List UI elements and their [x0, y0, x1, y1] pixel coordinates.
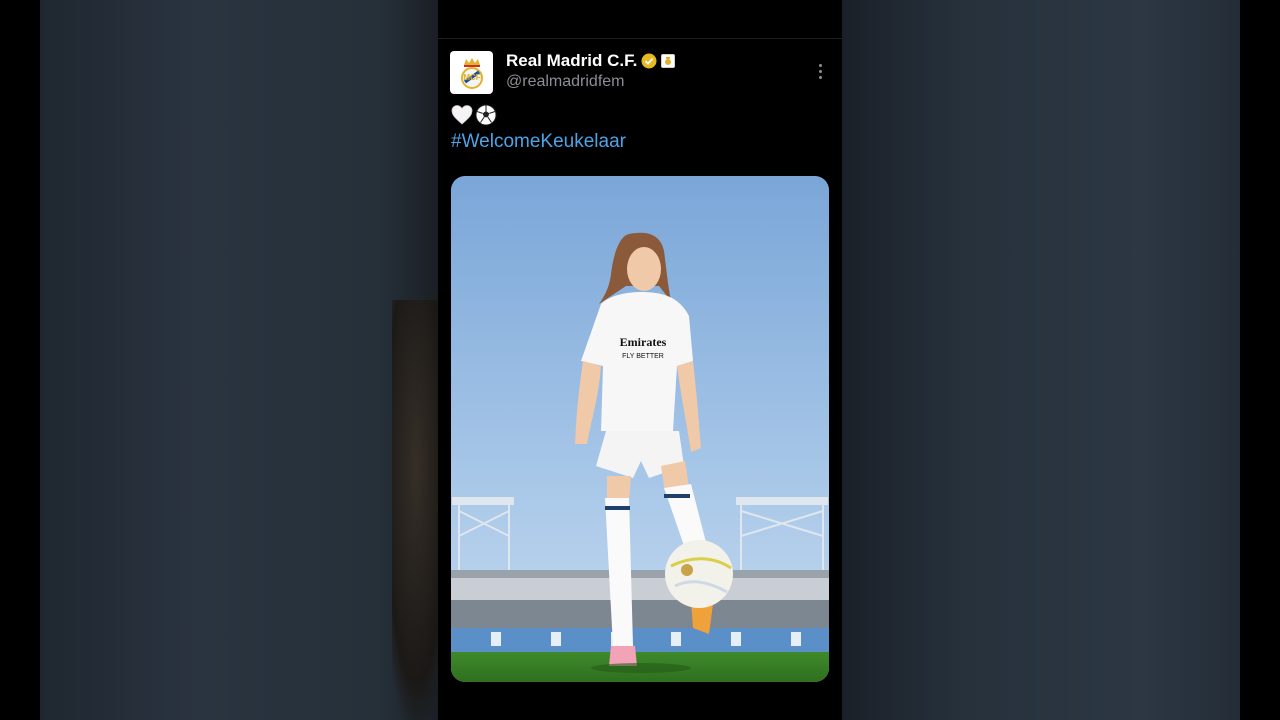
display-name[interactable]: Real Madrid C.F. [506, 51, 637, 71]
more-vertical-icon[interactable] [812, 61, 828, 81]
avatar[interactable]: MCF [450, 51, 493, 94]
gold-verified-badge-icon [641, 53, 657, 69]
top-bar [438, 0, 842, 39]
soccer-ball [665, 540, 733, 608]
tweet-emojis: 🤍⚽ [451, 104, 497, 130]
blurred-arm-image [392, 300, 438, 720]
real-madrid-crest-icon: MCF [460, 57, 483, 89]
blurred-background-right [842, 0, 1280, 720]
player-photo: Emirates FLY BETTER [451, 176, 829, 682]
soccer-ball-icon [475, 104, 497, 126]
shirt-sponsor-text: Emirates [620, 335, 667, 349]
hashtag-link[interactable]: #WelcomeKeukelaar [451, 131, 626, 153]
author-row: Real Madrid C.F. [506, 51, 676, 71]
tweet-header: MCF Real Madrid C.F. @realmadridfem [450, 51, 830, 95]
white-heart-icon [451, 105, 473, 125]
author-handle[interactable]: @realmadridfem [506, 73, 675, 91]
affiliate-crest-badge-icon [661, 54, 676, 68]
tweet-screen: MCF Real Madrid C.F. @realmadridfem #Wel… [438, 0, 842, 720]
svg-text:MCF: MCF [463, 73, 480, 82]
shirt-sponsor-subtext: FLY BETTER [622, 353, 664, 360]
blurred-background-left [0, 0, 438, 720]
author-names: Real Madrid C.F. @realmadridfem [506, 51, 676, 91]
tweet-photo[interactable]: Emirates FLY BETTER [451, 176, 829, 682]
